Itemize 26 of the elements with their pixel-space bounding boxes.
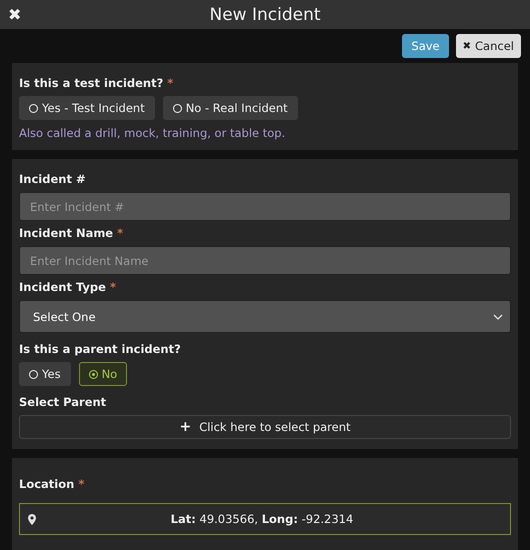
required-mark: * — [117, 226, 124, 240]
help-text: Also called a drill, mock, training, or table top. — [19, 126, 286, 140]
text-input[interactable]: Enter Incident # — [19, 192, 511, 221]
field-label: Incident Name — [19, 226, 114, 240]
field-label: Select Parent — [19, 395, 106, 409]
close-icon[interactable]: ✖ — [8, 5, 22, 24]
window-title: New Incident — [209, 4, 321, 24]
required-mark: * — [78, 477, 84, 491]
required-mark: * — [110, 280, 116, 294]
text-input[interactable]: Enter Incident Name — [19, 246, 511, 275]
required-mark: * — [167, 76, 174, 90]
field-label: Incident Type — [19, 280, 106, 294]
radio-option[interactable]: No - Real Incident — [162, 96, 298, 120]
select-dropdown[interactable]: Select One — [19, 300, 511, 333]
radio-option[interactable]: Yes - Test Incident — [19, 96, 155, 120]
field-label: Location — [19, 477, 74, 491]
field-label: Incident # — [19, 172, 86, 186]
radio-option[interactable]: Yes — [19, 362, 71, 386]
select-parent-button[interactable]: + Click here to select parent — [19, 415, 511, 439]
field-label: Is this a parent incident? — [19, 342, 181, 356]
map-pin-icon — [28, 514, 36, 524]
cancel-button[interactable]: ✖ Cancel — [456, 34, 521, 58]
radio-option[interactable]: No — [78, 362, 128, 386]
location-field[interactable]: Lat: 49.03566, Long: -92.2314 — [19, 503, 511, 535]
field-label: Is this a test incident? — [19, 76, 164, 90]
chevron-down-icon — [493, 314, 503, 320]
